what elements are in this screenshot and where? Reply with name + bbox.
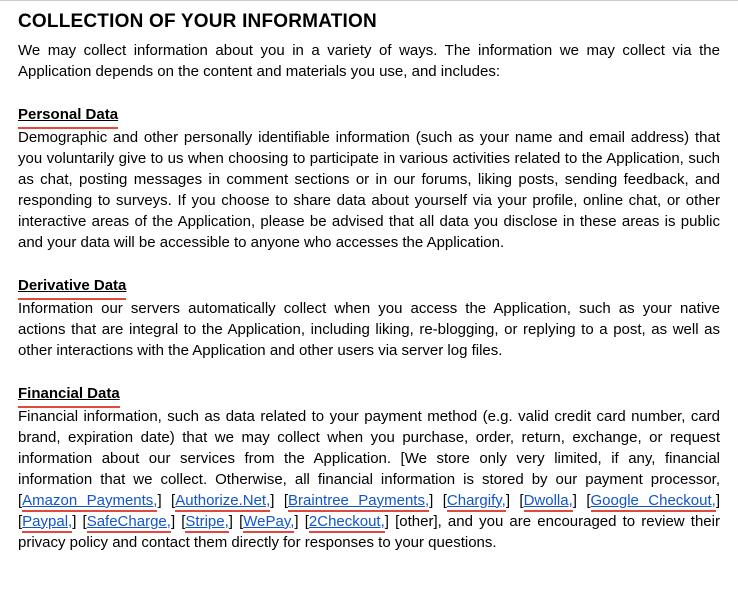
subheading-financial-data: Financial Data (18, 383, 120, 404)
processor-link[interactable]: Chargify, (447, 492, 506, 509)
intro-paragraph: We may collect information about you in … (18, 40, 720, 82)
personal-data-paragraph: Demographic and other personally identif… (18, 127, 720, 253)
derivative-data-paragraph: Information our servers automatically co… (18, 298, 720, 361)
processor-link[interactable]: Authorize.Net, (175, 492, 270, 509)
processor-link[interactable]: Google Checkout, (591, 492, 716, 509)
processor-link[interactable]: Amazon Payments, (22, 492, 157, 509)
processor-link[interactable]: Stripe, (185, 513, 228, 530)
financial-data-paragraph: Financial information, such as data rela… (18, 406, 720, 553)
subheading-personal-data: Personal Data (18, 104, 118, 125)
processor-link[interactable]: Paypal, (22, 513, 72, 530)
processor-link[interactable]: Braintree Payments, (288, 492, 429, 509)
processor-link[interactable]: 2Checkout, (309, 513, 385, 530)
section-heading: COLLECTION OF YOUR INFORMATION (18, 9, 720, 36)
processor-link[interactable]: WePay, (243, 513, 294, 530)
processor-link[interactable]: SafeCharge, (87, 513, 171, 530)
processor-link[interactable]: Dwolla, (524, 492, 573, 509)
subheading-derivative-data: Derivative Data (18, 275, 126, 296)
